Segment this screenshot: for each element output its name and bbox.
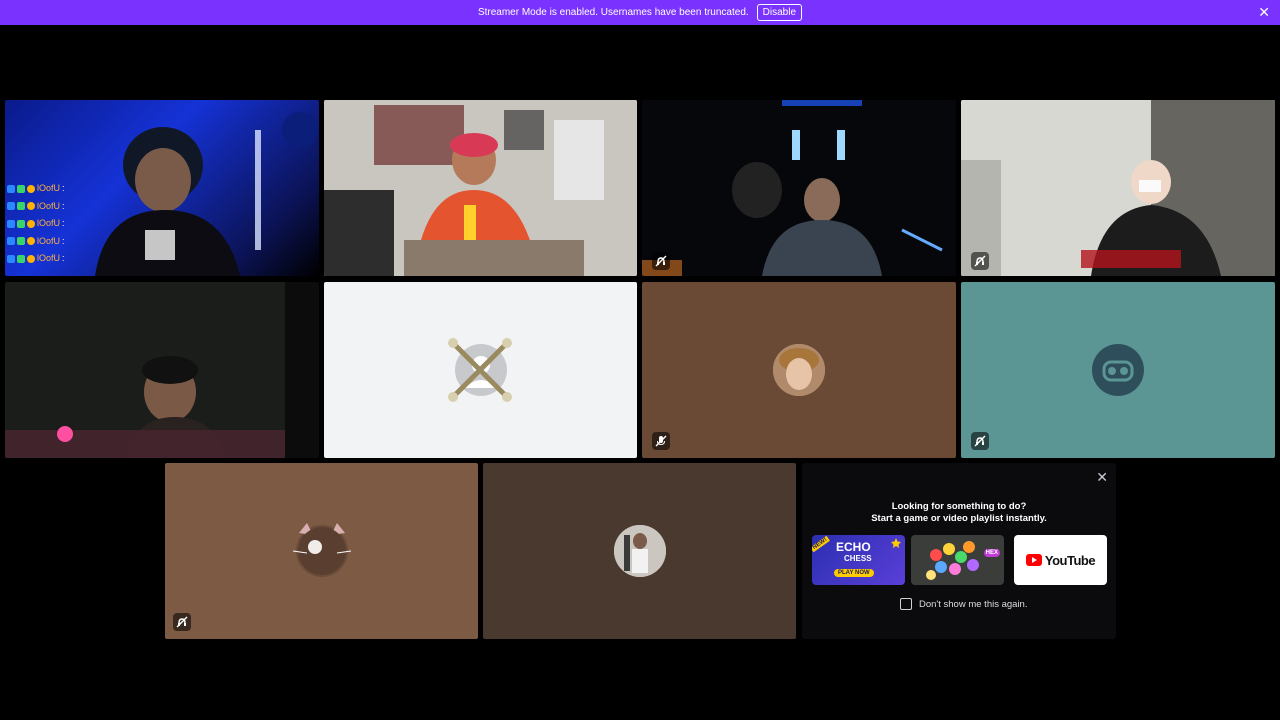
badge-icon (17, 219, 25, 228)
banner-message: Streamer Mode is enabled. Usernames have… (477, 7, 749, 18)
streamer-mode-banner: Streamer Mode is enabled. Usernames have… (0, 0, 1280, 25)
muted-mic-icon (652, 432, 670, 450)
chat-separator: : (62, 235, 65, 246)
chat-line: lOofU : (7, 250, 65, 268)
chat-separator: : (62, 218, 65, 228)
crossbones-decoration-icon (448, 338, 512, 402)
gems-artwork (926, 541, 979, 580)
stream-video (642, 100, 943, 276)
bot-avatar (1092, 344, 1144, 396)
badge-icon (27, 237, 35, 246)
close-icon[interactable]: ✕ (1258, 4, 1270, 21)
activity-subtitle: Start a game or video playlist instantly… (871, 513, 1047, 524)
dont-show-again-option[interactable]: Don't show me this again. (900, 598, 1027, 610)
cat-avatar (292, 523, 351, 577)
echo-chess-title: ECHO (836, 540, 871, 554)
chat-separator: : (62, 183, 65, 193)
badge-icon (27, 184, 35, 193)
video-tile-3[interactable] (642, 100, 956, 276)
dont-show-checkbox[interactable] (900, 598, 912, 610)
deafened-icon (971, 432, 989, 450)
activity-card-echo-chess[interactable]: NEW! ECHO CHESS PLAY NOW (812, 535, 905, 585)
badge-icon (27, 202, 35, 211)
deafened-icon (652, 252, 670, 270)
disable-streamer-mode-button[interactable]: Disable (756, 4, 803, 21)
avatar-tile-10[interactable] (483, 463, 796, 639)
youtube-play-icon (1025, 554, 1042, 566)
badge-icon (7, 237, 15, 246)
video-tile-1[interactable]: lOofU : lOofU : lOofU : lOofU : lOofU: (5, 100, 319, 276)
hex-badge: HEX (983, 549, 1000, 557)
badge-icon (17, 184, 25, 193)
badge-icon (7, 219, 15, 228)
echo-chess-title-2: CHESS (844, 554, 872, 563)
new-badge: NEW! (812, 535, 830, 553)
chat-username: lOofU (37, 183, 61, 193)
badge-icon (7, 254, 15, 263)
video-tile-5[interactable] (5, 282, 319, 458)
chat-line: lOofU : (7, 215, 65, 233)
play-now-button: PLAY NOW (834, 569, 874, 577)
stream-video (961, 100, 1275, 276)
activity-suggestion-panel: ✕ Looking for something to do? Start a g… (802, 463, 1116, 639)
youtube-label: YouTube (1044, 552, 1096, 568)
chat-username: lOofU (37, 200, 61, 211)
deafened-icon (173, 613, 191, 631)
activity-card-gems[interactable]: HEX (911, 535, 1004, 585)
avatar-tile-7[interactable] (642, 282, 956, 458)
chat-separator: : (62, 200, 65, 211)
badge-icon (7, 184, 15, 193)
badge-icon (7, 202, 15, 211)
badge-icon (17, 202, 25, 211)
badge-icon (17, 237, 25, 246)
star-icon (891, 538, 901, 548)
chat-separator: : (62, 253, 65, 263)
badge-icon (17, 254, 25, 263)
chat-line: lOofU : (7, 233, 65, 251)
user-avatar (773, 344, 825, 396)
chat-overlay: lOofU : lOofU : lOofU : lOofU : lOofU: (7, 180, 65, 268)
chat-username: lOofU (37, 218, 61, 228)
activity-title: Looking for something to do? (891, 501, 1027, 512)
user-avatar (613, 525, 666, 577)
dont-show-label: Don't show me this again. (919, 598, 1028, 610)
close-icon[interactable]: ✕ (1096, 469, 1108, 486)
activity-card-youtube[interactable]: YouTube (1014, 535, 1107, 585)
chat-line: lOofU : (7, 180, 65, 198)
badge-icon (27, 254, 35, 263)
stream-video (324, 100, 637, 276)
stream-video (5, 282, 285, 458)
chat-username: lOofU (37, 235, 61, 246)
avatar-tile-8[interactable] (961, 282, 1275, 458)
chat-line: lOofU : (7, 198, 65, 216)
video-tile-4[interactable] (961, 100, 1275, 276)
badge-icon (27, 219, 35, 228)
avatar-tile-6[interactable] (324, 282, 637, 458)
chat-username: lOofU (37, 253, 61, 263)
video-tile-2[interactable] (324, 100, 637, 276)
deafened-icon (971, 252, 989, 270)
avatar-tile-9[interactable] (165, 463, 478, 639)
